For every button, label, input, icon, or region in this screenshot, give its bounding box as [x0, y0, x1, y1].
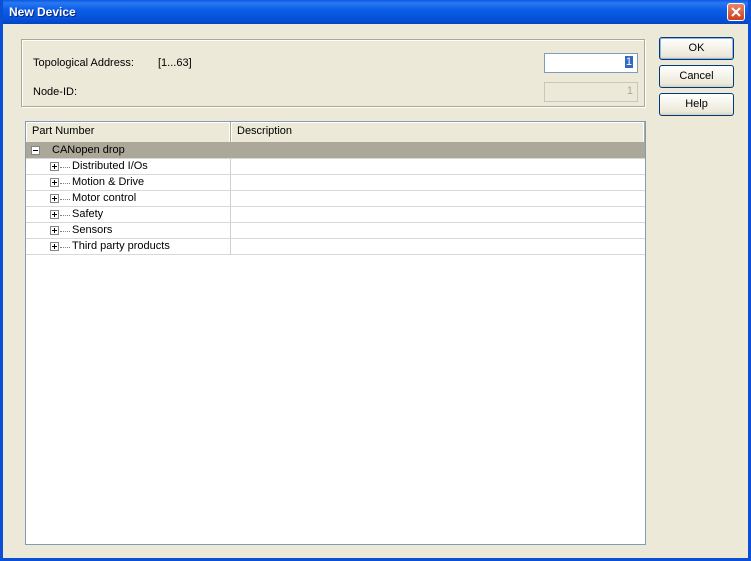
new-device-dialog: New Device Topological Address: [1...63]… — [0, 0, 751, 561]
tree-row-label: Distributed I/Os — [72, 160, 148, 172]
close-icon — [731, 7, 741, 17]
plus-box-icon[interactable] — [50, 210, 59, 219]
tree-row-sensors[interactable]: Sensors — [26, 223, 645, 239]
plus-box-icon[interactable] — [50, 226, 59, 235]
topological-address-label: Topological Address: — [33, 57, 134, 69]
cancel-button[interactable]: Cancel — [659, 65, 734, 88]
tree-row-root[interactable]: CANopen drop — [26, 143, 645, 159]
help-button[interactable]: Help — [659, 93, 734, 116]
node-id-label: Node-ID: — [33, 86, 78, 98]
title-bar[interactable]: New Device — [3, 0, 748, 24]
tree-row-motor-control[interactable]: Motor control — [26, 191, 645, 207]
close-button[interactable] — [727, 3, 745, 21]
list-header: Part Number Description — [26, 122, 645, 143]
tree-row-third-party-products[interactable]: Third party products — [26, 239, 645, 255]
tree-row-distributed-ios[interactable]: Distributed I/Os — [26, 159, 645, 175]
minus-box-icon[interactable] — [31, 146, 40, 155]
column-header-description[interactable]: Description — [231, 122, 645, 142]
tree-row-label: Motion & Drive — [72, 176, 145, 188]
window-title: New Device — [9, 5, 76, 19]
device-tree-list[interactable]: Part Number Description CANopen drop Dis… — [25, 121, 646, 545]
tree-row-motion-drive[interactable]: Motion & Drive — [26, 175, 645, 191]
topological-address-range: [1...63] — [158, 57, 192, 69]
plus-box-icon[interactable] — [50, 162, 59, 171]
node-id-value: 1 — [626, 85, 633, 97]
plus-box-icon[interactable] — [50, 242, 59, 251]
plus-box-icon[interactable] — [50, 194, 59, 203]
plus-box-icon[interactable] — [50, 178, 59, 187]
tree-row-label: Sensors — [72, 224, 113, 236]
ok-button[interactable]: OK — [659, 37, 734, 60]
column-header-part-number[interactable]: Part Number — [26, 122, 231, 142]
topological-address-value: 1 — [624, 56, 633, 68]
tree-row-label: CANopen drop — [52, 144, 125, 156]
tree-row-label: Safety — [72, 208, 104, 220]
tree-row-label: Motor control — [72, 192, 137, 204]
node-id-field: 1 — [544, 82, 638, 102]
tree-row-safety[interactable]: Safety — [26, 207, 645, 223]
tree-row-label: Third party products — [72, 240, 170, 252]
topological-address-input[interactable]: 1 — [544, 53, 638, 73]
